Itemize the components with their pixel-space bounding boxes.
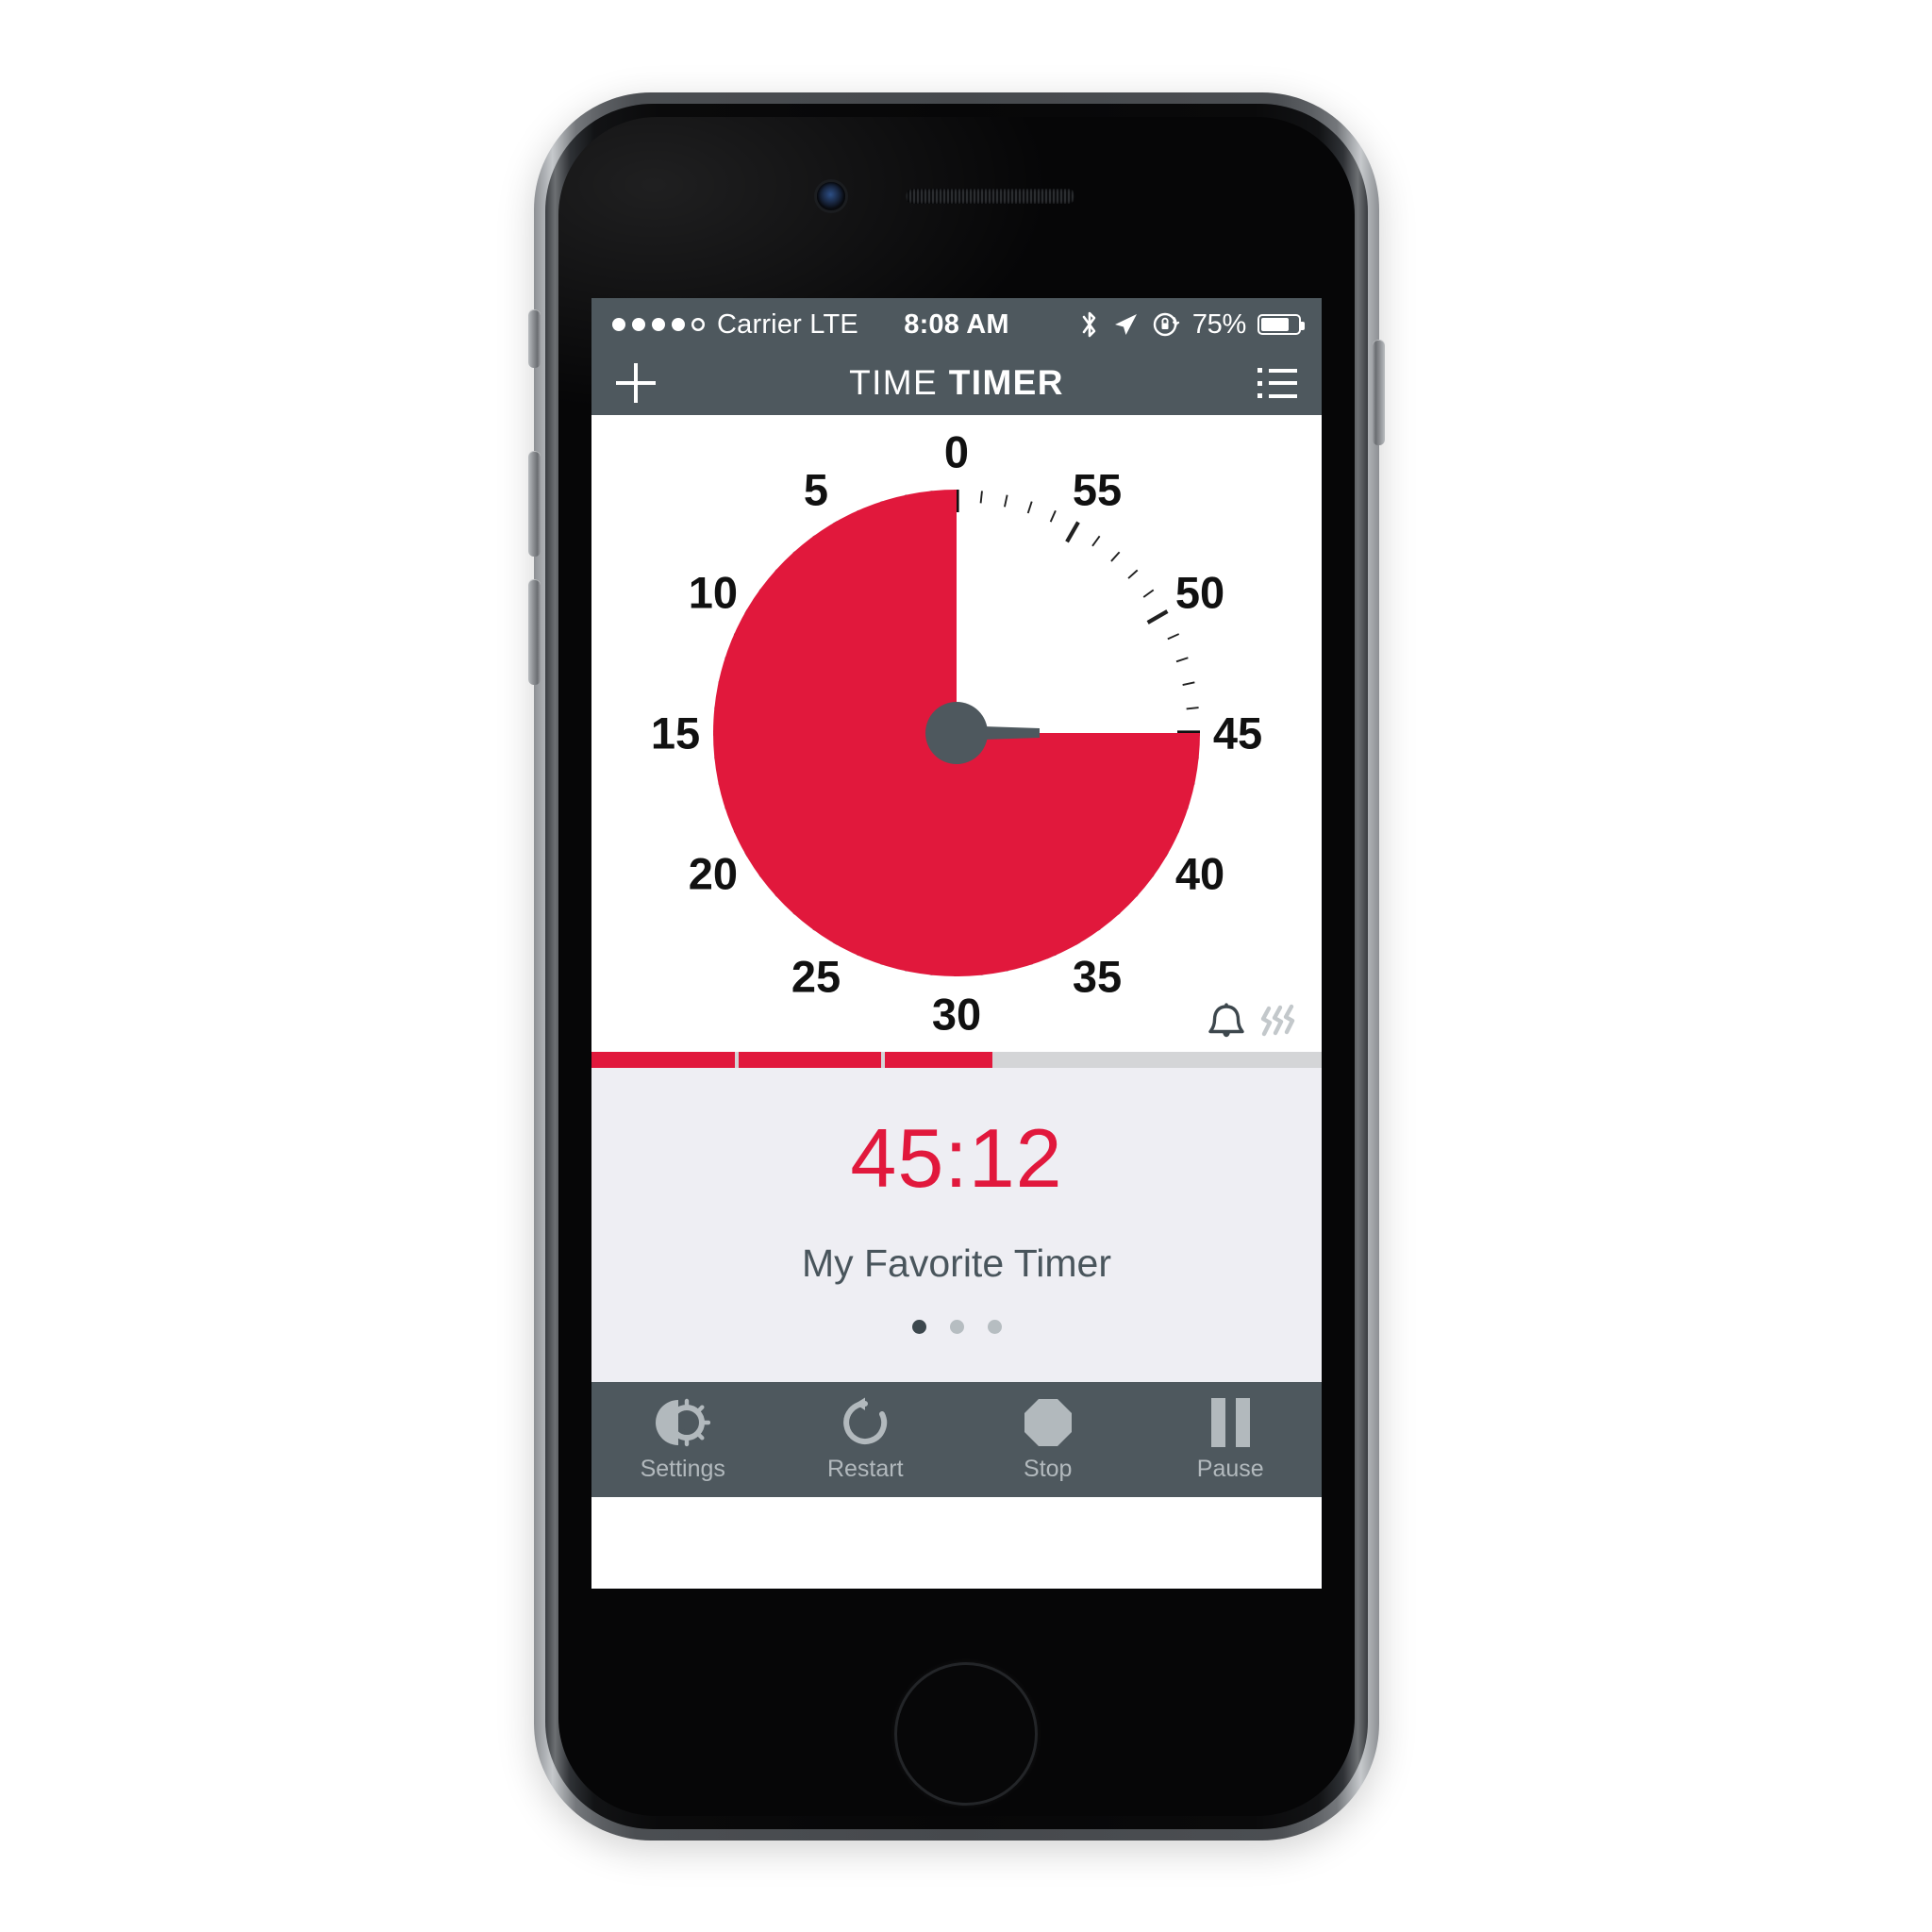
timer-dial[interactable]: 0 5 10 15 20 25 30 35 40 45 50 55 (652, 428, 1261, 1038)
add-timer-icon[interactable] (616, 363, 656, 403)
dial-tick (1065, 521, 1080, 543)
status-bar-clock: 8:08 AM (904, 308, 1009, 340)
page-dot[interactable] (911, 1320, 926, 1334)
dial-label: 0 (944, 428, 969, 477)
earpiece-speaker-icon (906, 189, 1075, 204)
pause-bars-icon (1210, 1397, 1250, 1448)
battery-icon (1257, 314, 1305, 335)
dial-tick (1167, 633, 1180, 641)
home-button[interactable] (894, 1662, 1038, 1806)
dial-label: 45 (1213, 708, 1261, 758)
progress-segment (1031, 1052, 1175, 1068)
front-camera-icon (817, 182, 845, 210)
carrier-label: Carrier LTE (717, 308, 858, 340)
dial-tick (979, 491, 983, 504)
stop-label: Stop (1024, 1455, 1073, 1482)
pause-button[interactable]: Pause (1140, 1397, 1323, 1483)
dial-label: 30 (932, 990, 981, 1039)
page-dot[interactable] (949, 1320, 964, 1334)
restart-button[interactable]: Restart (774, 1397, 958, 1483)
app-screen: Carrier LTE 8:08 AM 75% TIME TIMER 0 5 1… (591, 298, 1322, 1589)
dial-tick (1004, 494, 1008, 508)
time-remaining-label: 45:12 (850, 1111, 1063, 1205)
location-arrow-icon (1114, 314, 1137, 335)
status-bar: Carrier LTE 8:08 AM 75% (591, 298, 1322, 351)
dial-tick (1182, 681, 1195, 686)
restart-label: Restart (826, 1455, 904, 1482)
settings-gear-pie-icon (655, 1397, 710, 1448)
dial-label: 55 (1073, 464, 1122, 514)
volume-up-button[interactable] (528, 451, 541, 557)
dial-label: 10 (689, 568, 738, 618)
list-menu-icon[interactable] (1257, 368, 1297, 398)
progress-segment (591, 1052, 735, 1068)
dial-tick (1091, 535, 1101, 547)
dial-tick (1026, 501, 1033, 514)
dial-tick (1146, 609, 1169, 625)
alert-mode-icons (1207, 1001, 1301, 1042)
dial-tick (1110, 551, 1121, 562)
progress-segment (1178, 1052, 1322, 1068)
dial-tick (1049, 509, 1057, 523)
timer-dial-area[interactable]: 0 5 10 15 20 25 30 35 40 45 50 55 (591, 415, 1322, 1052)
dial-tick (1175, 657, 1189, 663)
dial-label: 50 (1175, 568, 1224, 618)
progress-segment (738, 1052, 882, 1068)
bottom-toolbar: Settings Restart Stop Pause (591, 1382, 1322, 1497)
progress-bar (591, 1052, 1322, 1068)
bell-icon[interactable] (1207, 1001, 1246, 1042)
status-bar-right: 75% (1009, 308, 1305, 341)
timer-info-panel: 45:12 My Favorite Timer (591, 1068, 1322, 1382)
app-title: TIME TIMER (849, 363, 1064, 403)
bluetooth-icon (1082, 311, 1096, 338)
signal-strength-icon (612, 318, 705, 331)
mute-switch[interactable] (528, 309, 541, 368)
power-button[interactable] (1373, 340, 1385, 445)
app-title-time: TIME (849, 363, 939, 402)
rotation-lock-icon (1153, 312, 1180, 337)
dial-label: 40 (1175, 849, 1224, 899)
status-bar-left: Carrier LTE (612, 309, 904, 341)
app-title-timer: TIMER (948, 363, 1064, 402)
screenshot-canvas: Carrier LTE 8:08 AM 75% TIME TIMER 0 5 1… (0, 0, 1932, 1932)
battery-percent-label: 75% (1191, 308, 1246, 340)
dial-tick (1142, 589, 1155, 598)
dial-tick (1127, 569, 1139, 579)
dial-label: 25 (791, 952, 841, 1002)
volume-down-button[interactable] (528, 579, 541, 685)
stop-octagon-icon (1023, 1397, 1074, 1448)
timer-name-label: My Favorite Timer (801, 1241, 1112, 1285)
page-dot[interactable] (987, 1320, 1002, 1334)
dial-label: 15 (652, 708, 700, 758)
progress-segment (885, 1052, 1028, 1068)
dial-label: 35 (1073, 952, 1122, 1002)
pause-label: Pause (1196, 1455, 1264, 1482)
settings-label: Settings (640, 1455, 725, 1482)
nav-bar: TIME TIMER (591, 351, 1322, 415)
settings-button[interactable]: Settings (591, 1397, 774, 1483)
stop-button[interactable]: Stop (957, 1397, 1140, 1483)
page-indicator-dots[interactable] (911, 1320, 1002, 1334)
dial-label: 20 (689, 849, 738, 899)
vibrate-icon[interactable] (1259, 1003, 1301, 1042)
restart-circular-arrow-icon (840, 1397, 891, 1448)
dial-label: 5 (804, 464, 828, 514)
